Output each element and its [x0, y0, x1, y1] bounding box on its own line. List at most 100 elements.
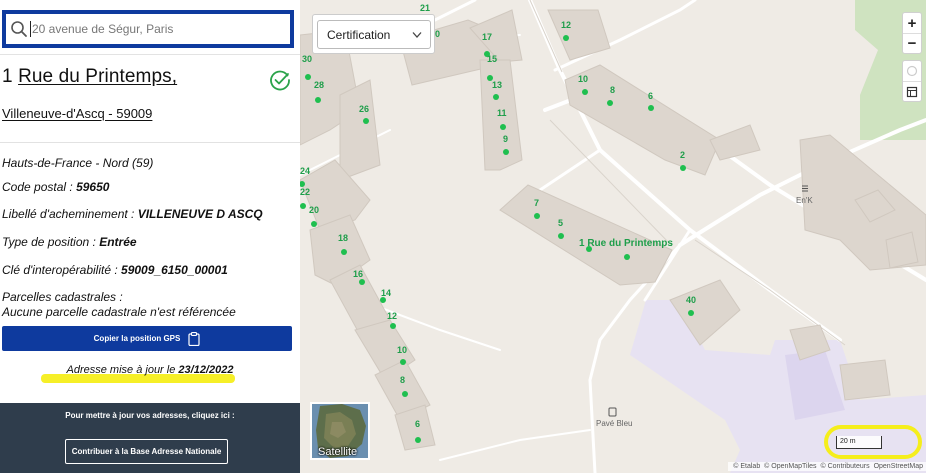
last-updated-date: 23/12/2022: [178, 364, 234, 376]
address-number: 12: [561, 20, 571, 30]
address-marker: [400, 359, 406, 365]
address-number: 7: [534, 198, 539, 208]
region-text: Hauts-de-France - Nord (59): [2, 156, 154, 170]
interop-key-value: 59009_6150_00001: [121, 263, 228, 277]
address-marker: [402, 391, 408, 397]
address-number: 26: [359, 104, 369, 114]
satellite-label: Satellite: [318, 446, 358, 458]
address-marker: [363, 118, 369, 124]
address-number: 12: [387, 311, 397, 321]
address-marker: [493, 94, 499, 100]
address-marker: [300, 203, 306, 209]
last-updated: Adresse mise à jour le 23/12/2022: [0, 364, 300, 376]
map-attribution: © Etalab © OpenMapTiles © Contributeurs …: [728, 462, 926, 471]
search-bar: [0, 0, 300, 55]
parcels-value: Aucune parcelle cadastrale n'est référen…: [2, 305, 236, 319]
interop-key: Clé d'interopérabilité : 59009_6150_0000…: [2, 263, 228, 277]
position-type-label: Type de position :: [2, 235, 96, 249]
address-number: 8: [610, 85, 615, 95]
address-number: 9: [503, 134, 508, 144]
address-number: 15: [487, 54, 497, 64]
parcels-label: Parcelles cadastrales :: [2, 290, 123, 304]
address-marker: [680, 165, 686, 171]
postal-code-label: Code postal :: [2, 180, 73, 194]
scale-bar: 20 m: [836, 436, 882, 449]
address-marker: [607, 100, 613, 106]
attribution-openmaptiles[interactable]: © OpenMapTiles: [764, 463, 816, 470]
address-title: 1 Rue du Printemps,: [2, 66, 177, 88]
chevron-down-icon: [412, 32, 422, 38]
address-marker: [305, 74, 311, 80]
address-number: 5: [558, 218, 563, 228]
interop-key-label: Clé d'interopérabilité :: [2, 263, 118, 277]
poi-label: En'K: [796, 196, 813, 205]
fullscreen-button[interactable]: [903, 81, 921, 101]
check-circle-icon: [270, 70, 290, 91]
search-icon: [11, 21, 27, 37]
postal-code-value: 59650: [76, 180, 110, 194]
text-cursor: [30, 21, 31, 37]
main-address-label: 1 Rue du Printemps: [579, 238, 673, 249]
address-marker: [582, 89, 588, 95]
address-marker: [315, 97, 321, 103]
address-number: 18: [338, 233, 348, 243]
position-type: Type de position : Entrée: [2, 235, 137, 249]
compass-icon: [906, 65, 918, 77]
address-number: 10: [397, 345, 407, 355]
address-number: 28: [314, 80, 324, 90]
contribute-button[interactable]: Contribuer à la Base Adresse Nationale: [65, 439, 228, 464]
attribution-etalab[interactable]: © Etalab: [733, 463, 760, 470]
geolocate-button[interactable]: [903, 61, 921, 81]
attribution-osm[interactable]: OpenStreetMap: [874, 463, 923, 470]
attribution-contributors: © Contributeurs: [820, 463, 870, 470]
address-number: 20: [309, 205, 319, 215]
address-marker: [341, 249, 347, 255]
address-number: 14: [381, 288, 391, 298]
search-input[interactable]: [32, 22, 282, 36]
address-marker: [359, 279, 365, 285]
address-marker: [415, 437, 421, 443]
address-number: 16: [353, 269, 363, 279]
address-marker: [648, 105, 654, 111]
address-number: 10: [578, 74, 588, 84]
layer-select[interactable]: Certification: [317, 20, 431, 49]
address-marker: [503, 149, 509, 155]
delivery-label-text: Libellé d'acheminement :: [2, 207, 135, 221]
address-marker: [558, 233, 564, 239]
zoom-controls: + −: [902, 12, 922, 54]
address-marker: [311, 221, 317, 227]
search-field[interactable]: [2, 10, 294, 48]
satellite-toggle[interactable]: Satellite: [310, 402, 370, 460]
poi-label: Pavé Bleu: [596, 419, 632, 428]
address-number: 30: [302, 54, 312, 64]
address-city-line: Villeneuve-d'Ascq - 59009: [2, 106, 153, 121]
address-number: 17: [482, 32, 492, 42]
address-marker: [624, 254, 630, 260]
contribute-text: Pour mettre à jour vos adresses, cliquez…: [65, 411, 235, 420]
zoom-in-button[interactable]: +: [903, 13, 921, 33]
delivery-label-value: VILLENEUVE D ASCQ: [137, 207, 263, 221]
map-view[interactable]: 21 12 20 17 30 15 28 13 10 8 6 26 11 9 2…: [300, 0, 926, 473]
address-number: 11: [497, 108, 507, 118]
poi-pave-bleu[interactable]: Pavé Bleu: [596, 407, 632, 428]
address-marker: [390, 323, 396, 329]
delivery-label: Libellé d'acheminement : VILLENEUVE D AS…: [2, 207, 263, 221]
address-number: 22: [300, 187, 310, 197]
zoom-out-button[interactable]: −: [903, 33, 921, 53]
address-number: 40: [686, 295, 696, 305]
address-marker: [563, 35, 569, 41]
map-canvas[interactable]: 21 12 20 17 30 15 28 13 10 8 6 26 11 9 2…: [300, 0, 926, 473]
bus-stop-icon: [608, 407, 617, 417]
street-number: 1: [2, 66, 13, 87]
address-sidebar: 1 Rue du Printemps, Villeneuve-d'Ascq - …: [0, 0, 300, 473]
address-number: 6: [415, 419, 420, 429]
map-tools: [902, 60, 922, 102]
last-updated-prefix: Adresse mise à jour le: [66, 364, 176, 376]
postal-code: Code postal : 59650: [2, 180, 109, 194]
copy-gps-button[interactable]: Copier la position GPS: [2, 326, 292, 351]
street-name: Rue du Printemps,: [18, 66, 178, 87]
layer-select-wrapper: Certification: [312, 14, 435, 54]
clipboard-icon: [188, 331, 200, 346]
layer-select-value: Certification: [327, 27, 391, 42]
address-number: 2: [680, 150, 685, 160]
